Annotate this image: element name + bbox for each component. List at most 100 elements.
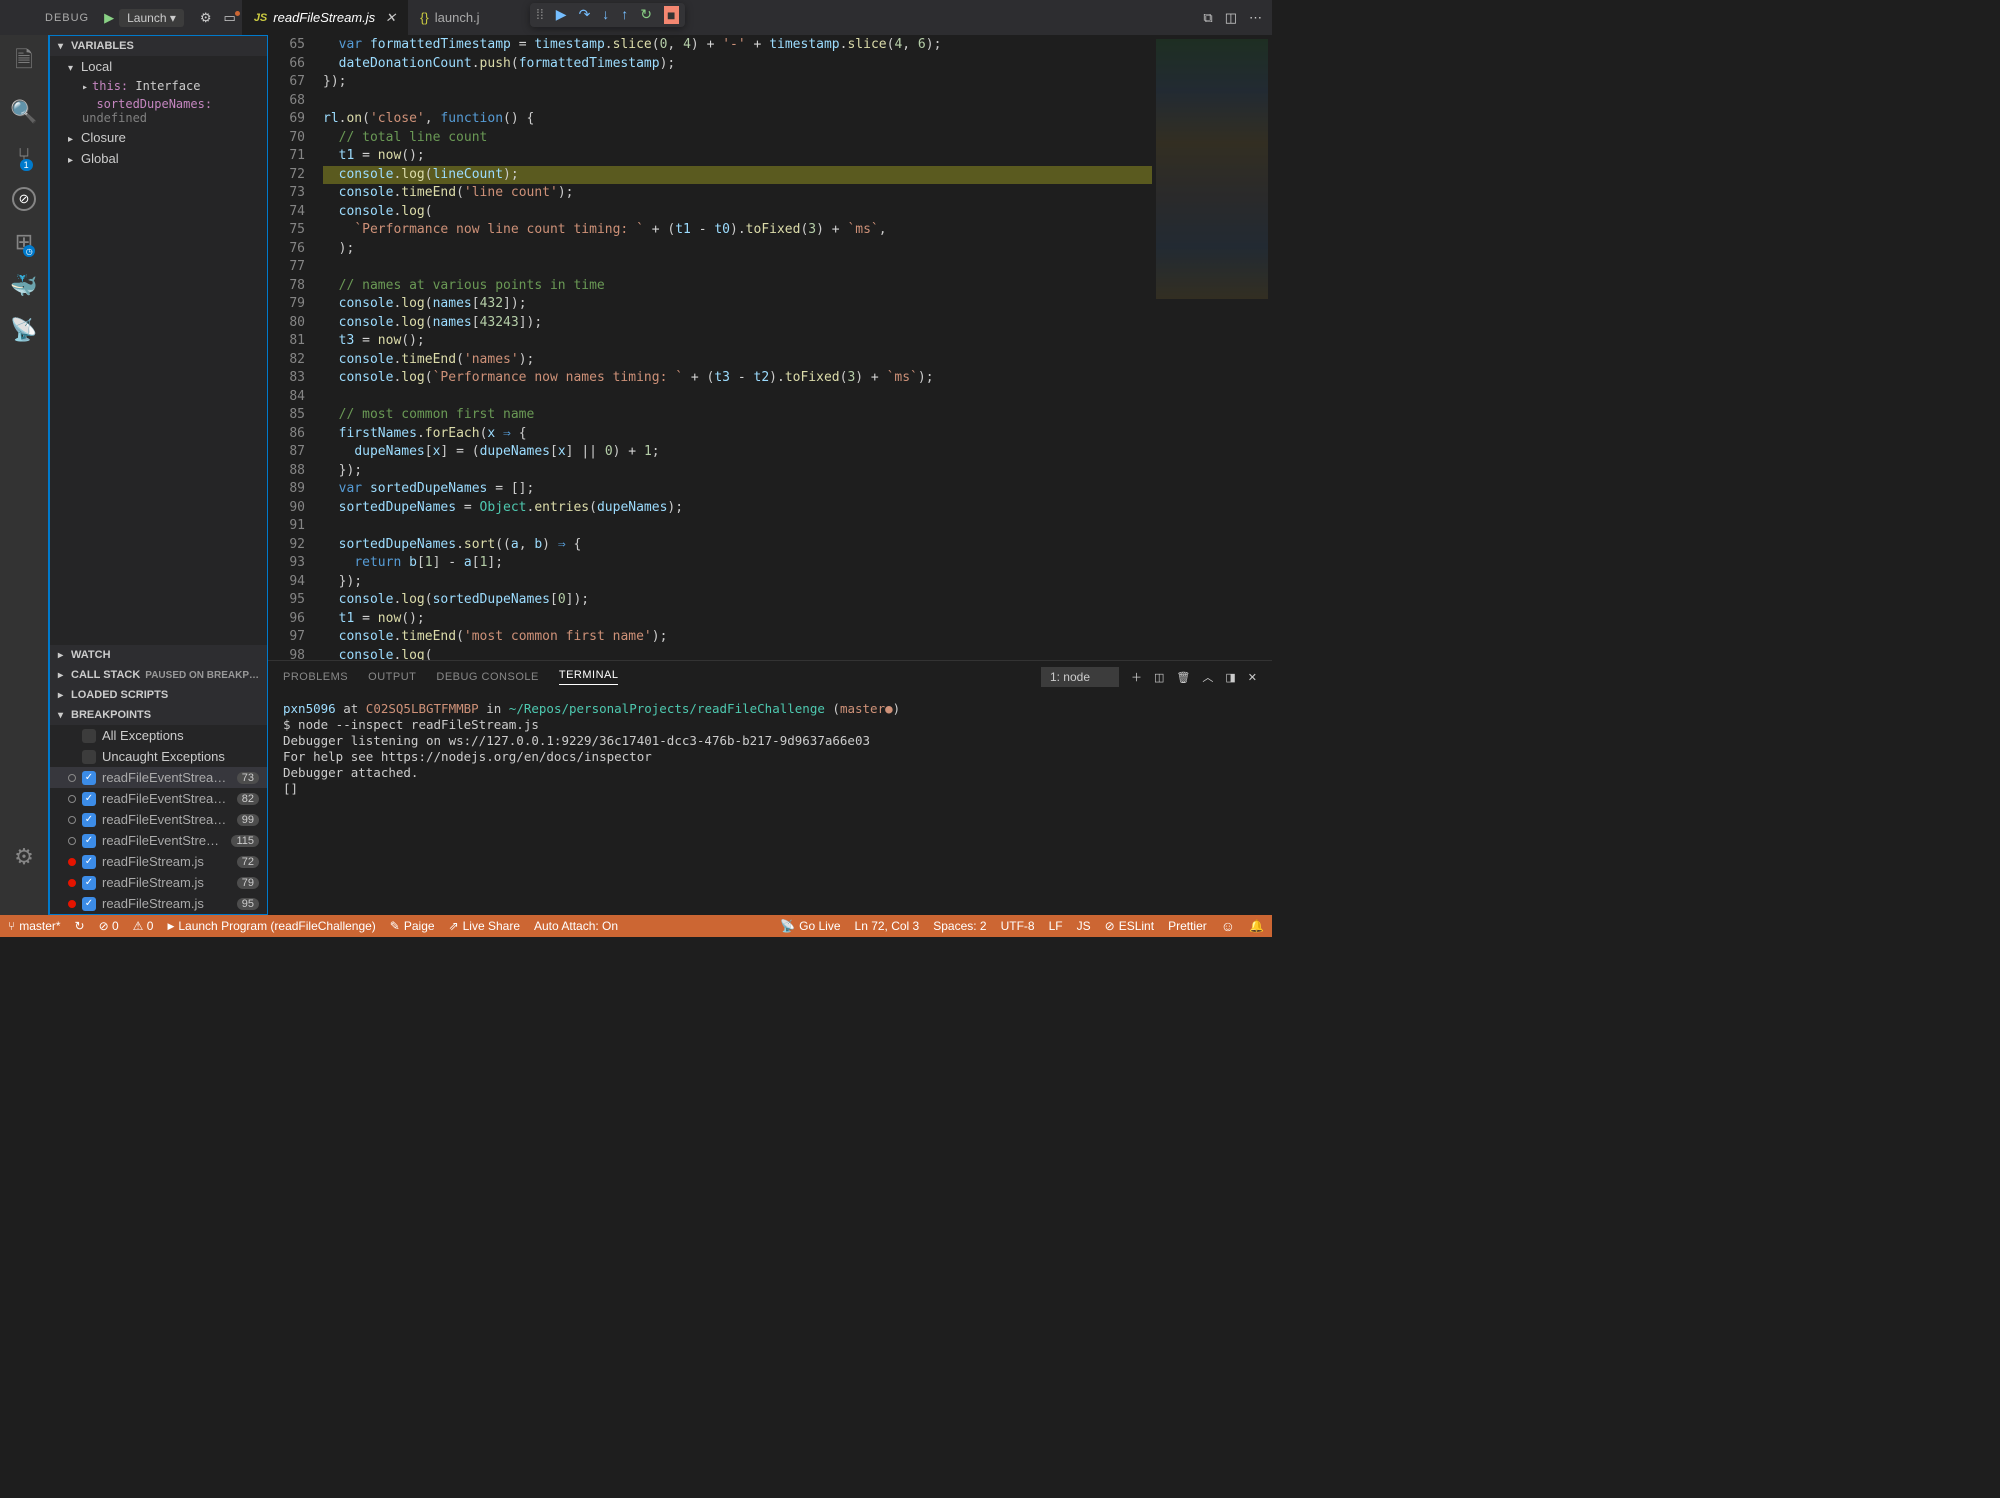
- continue-icon[interactable]: ▶: [556, 6, 567, 24]
- breakpoint-item[interactable]: ✓readFileEventStrea…73: [50, 767, 267, 788]
- debug-label: DEBUG: [0, 12, 99, 24]
- var-sorteddupenames[interactable]: sortedDupeNames: undefined: [50, 95, 267, 127]
- stop-icon[interactable]: ■: [664, 6, 678, 24]
- checkbox[interactable]: ✓: [82, 855, 96, 869]
- sb-liveshare[interactable]: ⇗ Live Share: [449, 919, 520, 933]
- step-over-icon[interactable]: ↷: [579, 6, 591, 24]
- move-panel-icon[interactable]: ◨: [1225, 671, 1235, 684]
- liveshare-icon[interactable]: 📡: [10, 317, 37, 343]
- step-into-icon[interactable]: ↓: [602, 6, 609, 24]
- bp-indicator-icon: [68, 900, 76, 908]
- checkbox[interactable]: ✓: [82, 876, 96, 890]
- settings-icon[interactable]: ⚙: [14, 844, 34, 870]
- tab-launch-json[interactable]: {} launch.j: [408, 0, 492, 35]
- variables-header[interactable]: VARIABLES: [50, 36, 267, 56]
- sb-lang[interactable]: JS: [1077, 919, 1091, 933]
- breakpoints-header[interactable]: BREAKPOINTS: [50, 705, 267, 725]
- more-icon[interactable]: ⋯: [1249, 10, 1262, 26]
- tab-debug-console[interactable]: DEBUG CONSOLE: [436, 671, 538, 683]
- breakpoint-toggle-icon[interactable]: ▭: [218, 10, 242, 26]
- bp-indicator-icon: [68, 795, 76, 803]
- tab-readfilestream[interactable]: JS readFileStream.js ✕: [242, 0, 408, 35]
- sb-prettier[interactable]: Prettier: [1168, 919, 1207, 933]
- sb-bell[interactable]: 🔔: [1249, 919, 1264, 933]
- tab-output[interactable]: OUTPUT: [368, 671, 416, 683]
- new-terminal-icon[interactable]: ＋: [1131, 669, 1142, 685]
- debug-toolbar[interactable]: ⁞⁞ ▶ ↷ ↓ ↑ ↻ ■: [530, 3, 685, 27]
- tab-terminal[interactable]: TERMINAL: [559, 669, 619, 685]
- code-editor[interactable]: 6566676869707172737475767778798081828384…: [268, 35, 1272, 660]
- watch-header[interactable]: WATCH: [50, 645, 267, 665]
- kill-terminal-icon[interactable]: 🗑: [1176, 671, 1190, 684]
- sb-position[interactable]: Ln 72, Col 3: [855, 919, 920, 933]
- checkbox[interactable]: ✓: [82, 834, 96, 848]
- checkbox[interactable]: ✓: [82, 792, 96, 806]
- breakpoint-item[interactable]: ✓readFileEventStrea…82: [50, 788, 267, 809]
- breakpoint-item[interactable]: ✓readFileStream.js72: [50, 851, 267, 872]
- close-panel-icon[interactable]: ✕: [1248, 671, 1257, 684]
- sb-encoding[interactable]: UTF-8: [1001, 919, 1035, 933]
- search-icon[interactable]: 🔍: [10, 99, 37, 125]
- extensions-icon[interactable]: ⊞◷: [15, 229, 33, 255]
- checkbox[interactable]: [82, 729, 96, 743]
- checkbox[interactable]: [82, 750, 96, 764]
- tab-problems[interactable]: PROBLEMS: [283, 671, 348, 683]
- bp-uncaught[interactable]: Uncaught Exceptions: [50, 746, 267, 767]
- editor-actions: ⧉ ◫ ⋯: [1203, 10, 1272, 26]
- checkbox[interactable]: ✓: [82, 813, 96, 827]
- local-scope[interactable]: Local: [50, 56, 267, 77]
- activity-bar: 🗎 🔍 ⑂1 ⊘ ⊞◷ 🐳 📡 ⚙: [0, 35, 48, 915]
- split-terminal-icon[interactable]: ◫: [1154, 671, 1164, 684]
- debug-icon[interactable]: ⊘: [12, 187, 36, 211]
- bp-all-exceptions[interactable]: All Exceptions: [50, 725, 267, 746]
- js-icon: JS: [254, 12, 267, 24]
- checkbox[interactable]: ✓: [82, 897, 96, 911]
- bp-indicator-icon: [68, 837, 76, 845]
- breakpoint-item[interactable]: ✓readFileStream.js95: [50, 893, 267, 914]
- gear-icon[interactable]: ⚙: [194, 10, 218, 26]
- closure-scope[interactable]: Closure: [50, 127, 267, 148]
- sb-autoattach[interactable]: Auto Attach: On: [534, 919, 618, 933]
- maximize-icon[interactable]: ︿: [1202, 669, 1213, 685]
- var-this[interactable]: this: Interface: [50, 77, 267, 95]
- breakpoint-item[interactable]: ✓readFileStream.js79: [50, 872, 267, 893]
- bp-indicator-icon: [68, 858, 76, 866]
- minimap[interactable]: [1152, 35, 1272, 660]
- restart-icon[interactable]: ↻: [640, 6, 652, 24]
- sb-launch[interactable]: Launch Program (readFileChallenge): [167, 919, 375, 933]
- step-out-icon[interactable]: ↑: [621, 6, 628, 24]
- docker-icon[interactable]: 🐳: [10, 273, 37, 299]
- sb-sync[interactable]: ↻: [75, 919, 85, 933]
- sb-spaces[interactable]: Spaces: 2: [933, 919, 986, 933]
- sb-golive[interactable]: 📡 Go Live: [780, 919, 840, 933]
- checkbox[interactable]: ✓: [82, 771, 96, 785]
- sb-branch[interactable]: ⑂ master*: [8, 919, 61, 933]
- compare-icon[interactable]: ⧉: [1203, 10, 1212, 26]
- sb-feedback[interactable]: ☺: [1221, 918, 1235, 934]
- bp-indicator-icon: [68, 816, 76, 824]
- callstack-header[interactable]: CALL STACKPAUSED ON BREAKP…: [50, 665, 267, 685]
- scm-icon[interactable]: ⑂1: [17, 143, 30, 169]
- code-content[interactable]: var formattedTimestamp = timestamp.slice…: [323, 35, 1152, 660]
- panel-tabs: PROBLEMS OUTPUT DEBUG CONSOLE TERMINAL 1…: [268, 661, 1272, 693]
- bp-indicator-icon: [68, 774, 76, 782]
- sb-eol[interactable]: LF: [1049, 919, 1063, 933]
- launch-config-select[interactable]: Launch ▾: [119, 9, 184, 27]
- line-gutter[interactable]: 6566676869707172737475767778798081828384…: [268, 35, 323, 660]
- global-scope[interactable]: Global: [50, 148, 267, 169]
- breakpoint-item[interactable]: ✓readFileEventStrea…99: [50, 809, 267, 830]
- drag-handle-icon[interactable]: ⁞⁞: [536, 6, 544, 24]
- explorer-icon[interactable]: 🗎: [15, 43, 33, 81]
- terminal-select[interactable]: 1: node: [1041, 667, 1119, 687]
- sb-errors[interactable]: ⊘ 0: [99, 919, 119, 933]
- sb-paige[interactable]: ✎ Paige: [390, 919, 435, 933]
- breakpoint-item[interactable]: ✓readFileEventStre…115: [50, 830, 267, 851]
- close-icon[interactable]: ✕: [385, 10, 396, 26]
- sb-eslint[interactable]: ⊘ ESLint: [1105, 919, 1154, 933]
- bottom-panel: PROBLEMS OUTPUT DEBUG CONSOLE TERMINAL 1…: [268, 660, 1272, 915]
- start-debug-icon[interactable]: ▶: [99, 10, 119, 26]
- loaded-scripts-header[interactable]: LOADED SCRIPTS: [50, 685, 267, 705]
- split-icon[interactable]: ◫: [1225, 10, 1237, 26]
- sb-warnings[interactable]: ⚠ 0: [133, 919, 154, 933]
- terminal-content[interactable]: pxn5096 at C02SQ5LBGTFMMBP in ~/Repos/pe…: [268, 693, 1272, 915]
